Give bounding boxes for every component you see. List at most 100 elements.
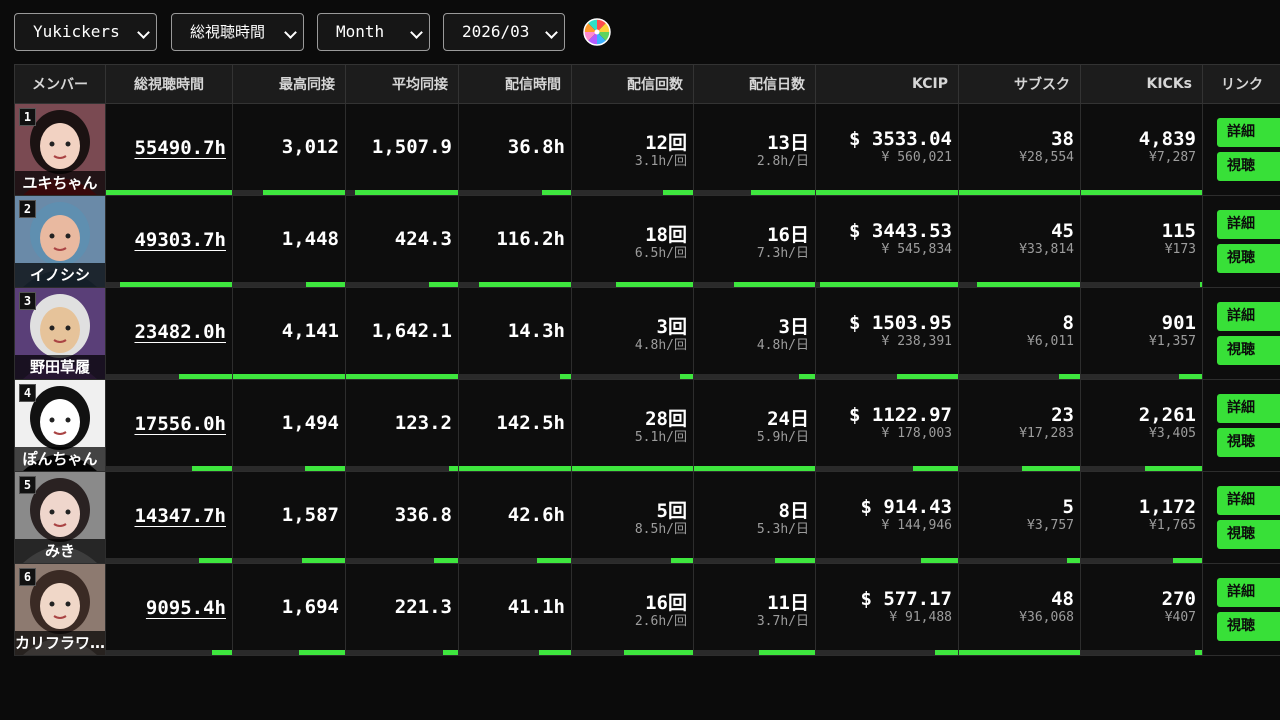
kcip-yen: ¥ 238,391: [881, 334, 952, 349]
rank-badge: 2: [19, 200, 36, 218]
stream-time-value: 41.1h: [507, 596, 565, 618]
avg-viewers-cell: 336.8: [345, 471, 459, 564]
stream-count-bar: [572, 282, 693, 287]
avg-viewers-value: 1,642.1: [371, 320, 452, 342]
links-cell: 詳細 視聴: [1202, 195, 1280, 288]
hours-per-stream: 2.6h/回: [634, 614, 687, 629]
stream-time-cell: 42.6h: [458, 471, 572, 564]
metric-select[interactable]: 総視聴時間: [171, 13, 304, 51]
header-total-watch-time[interactable]: 総視聴時間: [105, 64, 233, 104]
details-button[interactable]: 詳細: [1217, 210, 1280, 239]
member-cell[interactable]: 2 イノシシ: [14, 195, 106, 288]
stream-time-bar: [459, 558, 571, 563]
details-button[interactable]: 詳細: [1217, 118, 1280, 147]
group-select[interactable]: Yukickers: [14, 13, 157, 51]
details-button[interactable]: 詳細: [1217, 578, 1280, 607]
subs-cell: 8 ¥6,011: [958, 287, 1081, 380]
kcip-cell: $ 3533.04 ¥ 560,021: [815, 103, 959, 196]
member-cell[interactable]: 3 野田草履: [14, 287, 106, 380]
ranking-table: メンバー 総視聴時間 最高同接 平均同接 配信時間 配信回数 配信日数 KCIP…: [14, 64, 1280, 656]
avg-viewers-cell: 424.3: [345, 195, 459, 288]
watch-button[interactable]: 視聴: [1217, 612, 1280, 641]
watch-button[interactable]: 視聴: [1217, 520, 1280, 549]
kcip-usd: $ 1503.95: [849, 312, 952, 334]
peak-viewers-bar: [233, 558, 345, 563]
details-button[interactable]: 詳細: [1217, 486, 1280, 515]
avg-viewers-cell: 221.3: [345, 563, 459, 656]
kicks-cell: 115 ¥173: [1080, 195, 1203, 288]
stream-time-bar: [459, 650, 571, 655]
kicks-yen: ¥407: [1164, 610, 1196, 625]
group-select-value: Yukickers: [33, 22, 120, 41]
total-watch-time-link[interactable]: 49303.7h: [134, 229, 226, 251]
hours-per-day: 3.7h/日: [756, 614, 809, 629]
stream-days-bar: [694, 466, 815, 471]
total-watch-time-link[interactable]: 17556.0h: [134, 413, 226, 435]
hours-per-stream: 5.1h/回: [634, 430, 687, 445]
stream-time-cell: 41.1h: [458, 563, 572, 656]
month-select-value: 2026/03: [462, 22, 530, 41]
roulette-wheel-icon[interactable]: [582, 17, 612, 47]
total-watch-time-link[interactable]: 55490.7h: [134, 137, 226, 159]
header-stream-count[interactable]: 配信回数: [571, 64, 694, 104]
watch-button[interactable]: 視聴: [1217, 152, 1280, 181]
subs-yen: ¥6,011: [1027, 334, 1074, 349]
subs-bar: [959, 466, 1080, 471]
peak-viewers-value: 1,494: [281, 412, 339, 434]
kicks-bar: [1081, 650, 1202, 655]
stream-count-bar: [572, 374, 693, 379]
hours-per-day: 7.3h/日: [756, 246, 809, 261]
chevron-down-icon: [545, 26, 558, 39]
header-peak-viewers[interactable]: 最高同接: [232, 64, 346, 104]
kcip-cell: $ 3443.53 ¥ 545,834: [815, 195, 959, 288]
details-button[interactable]: 詳細: [1217, 394, 1280, 423]
avg-viewers-bar: [346, 190, 458, 195]
peak-viewers-cell: 1,494: [232, 379, 346, 472]
header-kicks[interactable]: KICKs: [1080, 64, 1203, 104]
kicks-yen: ¥7,287: [1149, 150, 1196, 165]
peak-viewers-cell: 3,012: [232, 103, 346, 196]
stream-count-cell: 5回 8.5h/回: [571, 471, 694, 564]
links-cell: 詳細 視聴: [1202, 563, 1280, 656]
links-cell: 詳細 視聴: [1202, 287, 1280, 380]
header-stream-time[interactable]: 配信時間: [458, 64, 572, 104]
member-cell[interactable]: 4 ぽんちゃん: [14, 379, 106, 472]
total-watch-time-link[interactable]: 14347.7h: [134, 505, 226, 527]
hours-per-day: 5.3h/日: [756, 522, 809, 537]
header-member[interactable]: メンバー: [14, 64, 106, 104]
member-cell[interactable]: 6 カリフラワ…: [14, 563, 106, 656]
kicks-cell: 1,172 ¥1,765: [1080, 471, 1203, 564]
avg-viewers-bar: [346, 466, 458, 471]
period-select[interactable]: Month: [317, 13, 430, 51]
kcip-cell: $ 1503.95 ¥ 238,391: [815, 287, 959, 380]
stream-count-cell: 28回 5.1h/回: [571, 379, 694, 472]
peak-viewers-value: 3,012: [281, 136, 339, 158]
total-watch-time-link[interactable]: 9095.4h: [146, 597, 226, 619]
stream-count-cell: 3回 4.8h/回: [571, 287, 694, 380]
peak-viewers-bar: [233, 466, 345, 471]
total-watch-time-cell: 23482.0h: [105, 287, 233, 380]
member-cell[interactable]: 1 ユキちゃん: [14, 103, 106, 196]
stream-count-bar: [572, 466, 693, 471]
watch-button[interactable]: 視聴: [1217, 428, 1280, 457]
header-avg-viewers[interactable]: 平均同接: [345, 64, 459, 104]
watch-button[interactable]: 視聴: [1217, 244, 1280, 273]
member-name: 野田草履: [15, 355, 105, 379]
avg-viewers-value: 221.3: [394, 596, 452, 618]
total-watch-time-bar: [106, 558, 232, 563]
details-button[interactable]: 詳細: [1217, 302, 1280, 331]
stream-days-cell: 16日 7.3h/日: [693, 195, 816, 288]
header-stream-days[interactable]: 配信日数: [693, 64, 816, 104]
subs-yen: ¥33,814: [1019, 242, 1074, 257]
total-watch-time-bar: [106, 282, 232, 287]
total-watch-time-link[interactable]: 23482.0h: [134, 321, 226, 343]
subs-bar: [959, 558, 1080, 563]
stream-time-value: 42.6h: [507, 504, 565, 526]
kicks-count: 1,172: [1138, 496, 1196, 518]
header-kcip[interactable]: KCIP: [815, 64, 959, 104]
member-cell[interactable]: 5 みき: [14, 471, 106, 564]
watch-button[interactable]: 視聴: [1217, 336, 1280, 365]
kcip-usd: $ 1122.97: [849, 404, 952, 426]
header-subs[interactable]: サブスク: [958, 64, 1081, 104]
month-select[interactable]: 2026/03: [443, 13, 565, 51]
